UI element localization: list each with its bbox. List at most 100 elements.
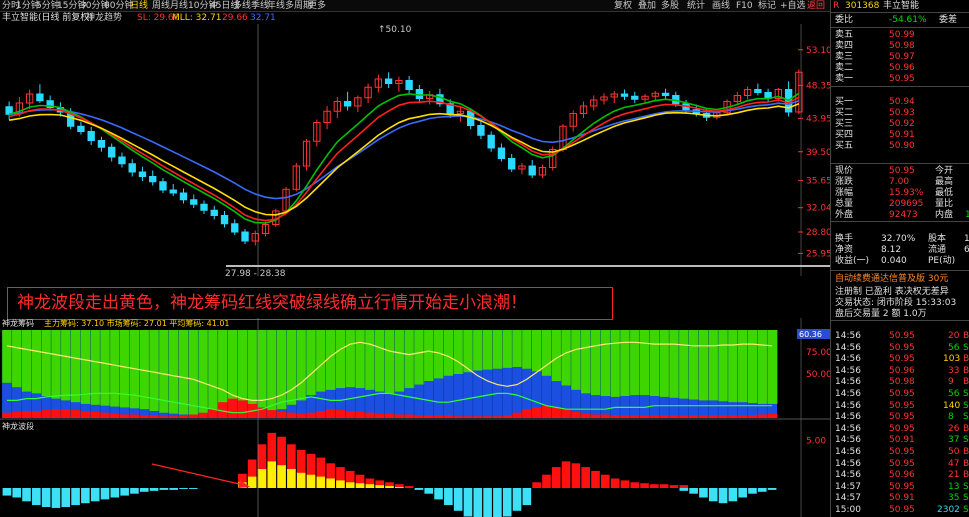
main-y-tick-label: 28.80 <box>806 228 830 238</box>
period-tab-7[interactable]: 周线 <box>152 0 170 12</box>
chip-red-bar <box>580 413 592 418</box>
period-tab-13[interactable]: 年线 <box>267 0 285 12</box>
wave-cyan-bar <box>444 488 453 506</box>
wave-cyan-bar <box>120 488 129 496</box>
tick-volume: 37 <box>948 435 960 446</box>
toolbar-button-8[interactable]: 返回 <box>807 0 825 12</box>
ma-line-blue <box>9 100 800 200</box>
ask-label: 卖四 <box>835 41 854 51</box>
chip-green-bar <box>570 330 582 390</box>
stat-label: 涨幅 <box>835 188 854 198</box>
chip-red-bar <box>767 413 778 418</box>
toolbar-button-1[interactable]: 叠加 <box>638 0 656 12</box>
toolbar-button-3[interactable]: 统计 <box>687 0 705 12</box>
indicator-name[interactable]: 神龙趋势 <box>86 12 122 24</box>
chip-red-bar <box>384 413 395 418</box>
panel-row: 15:00 50.95 2302 S <box>831 505 969 516</box>
chip-red-bar <box>433 415 444 418</box>
stat2-value: 0.040 <box>881 256 907 266</box>
period-tab-8[interactable]: 月线 <box>170 0 188 12</box>
panel-row: 卖二 50.96 <box>831 63 969 74</box>
tick-volume: 35 <box>948 493 960 504</box>
tick-side: B <box>963 470 969 481</box>
wave-indicator-chart[interactable]: 5.00 <box>0 420 830 517</box>
wave-cyan-bar <box>169 488 178 490</box>
panel-row: 买二 50.93 <box>831 108 969 119</box>
value-2: 32.71 <box>250 13 276 23</box>
period-tab-11[interactable]: 多线 <box>233 0 251 12</box>
toolbar-button-2[interactable]: 多股 <box>661 0 679 12</box>
ask-price: 50.98 <box>889 41 915 51</box>
chip-green-bar <box>119 330 130 408</box>
toolbar-button-0[interactable]: 复权 <box>614 0 632 12</box>
toolbar-button-7[interactable]: +自选 <box>780 0 806 12</box>
chip-green-bar <box>198 330 209 417</box>
tick-time: 14:56 <box>835 354 861 365</box>
main-candlestick-chart[interactable]: 53.10 48.35 43.95 39.50 35.65 32.04 28.80 25.95… <box>0 24 830 276</box>
candle-body <box>631 95 639 100</box>
chip-red-bar <box>70 410 81 418</box>
period-tab-15[interactable]: 更多 <box>308 0 326 12</box>
tick-volume: 9 <box>948 377 954 388</box>
chip-green-bar <box>178 330 189 415</box>
chip-red-bar <box>708 415 719 418</box>
tick-volume: 13 <box>948 481 960 492</box>
tick-time: 14:56 <box>835 447 861 457</box>
stat-value-2: 1 <box>965 210 969 220</box>
chip-green-bar <box>11 330 23 388</box>
chip-red-bar <box>561 410 572 418</box>
notice-subscription: 自动续费通达信普及版 30元 <box>835 274 949 284</box>
chip-green-bar <box>41 330 52 396</box>
toolbar-button-6[interactable]: 标记 <box>758 0 776 12</box>
notice-trade-status: 交易状态: 闭市阶段 15:33:03 <box>835 298 957 308</box>
wave-cyan-bar <box>453 488 463 511</box>
candle-body <box>77 125 85 132</box>
stat2-label-2: 流通 <box>928 245 947 255</box>
chip-green-bar <box>109 330 121 407</box>
tick-time: 14:56 <box>835 435 861 446</box>
panel-row: 卖三 50.97 <box>831 52 969 63</box>
panel-row: 14:56 50.95 47 B <box>831 459 969 470</box>
chip-red-bar <box>139 415 150 418</box>
tick-side: B <box>963 447 969 457</box>
stat2-label-2: PE(动) <box>928 256 956 266</box>
panel-divider <box>831 270 969 271</box>
candle-body <box>384 78 393 84</box>
wave-y-tick-label: 5.00 <box>806 437 826 447</box>
chip-red-bar <box>737 415 748 418</box>
panel-row: 自动续费通达信普及版 30元 <box>831 274 969 285</box>
stat-label: 涨跌 <box>835 177 854 187</box>
ask-label: 卖一 <box>835 74 854 84</box>
panel-row: 14:56 50.95 50 B <box>831 447 969 458</box>
wave-cyan-bar <box>424 488 434 494</box>
chip-green-bar <box>580 330 592 394</box>
toolbar-button-4[interactable]: 画线 <box>712 0 730 12</box>
chip-red-bar <box>512 412 523 418</box>
main-y-tick-label: 32.04 <box>806 204 830 214</box>
wave-cyan-bar <box>32 488 41 506</box>
tick-side: B <box>963 423 969 434</box>
wave-cyan-bar <box>149 488 159 491</box>
chip-red-bar <box>757 414 768 418</box>
chip-red-bar <box>80 410 91 418</box>
wave-red-bar <box>561 461 571 488</box>
period-tab-6[interactable]: 日线 <box>130 0 148 12</box>
chip-green-bar <box>747 330 758 404</box>
tick-volume: 56 <box>948 389 960 399</box>
tick-time: 14:56 <box>835 342 861 353</box>
stat-label: 外盘 <box>835 210 854 220</box>
main-y-tick-label: 39.50 <box>806 148 830 158</box>
wave-red-bar <box>551 467 561 488</box>
chip-red-bar <box>188 414 199 418</box>
tick-volume: 2302 <box>937 505 960 515</box>
chip-red-bar <box>492 416 503 418</box>
chip-indicator-chart[interactable]: 60.36 75.00 50.00 <box>0 318 830 420</box>
toolbar-button-5[interactable]: F10 <box>736 0 753 12</box>
chip-red-bar <box>639 415 650 418</box>
chip-green-bar <box>100 330 111 406</box>
wave-red-bar <box>542 474 551 488</box>
panel-divider <box>831 12 969 13</box>
wave-cyan-bar <box>188 488 198 489</box>
main-y-tick-label: 43.95 <box>806 114 830 124</box>
stat-label-2: 最低 <box>935 188 954 198</box>
